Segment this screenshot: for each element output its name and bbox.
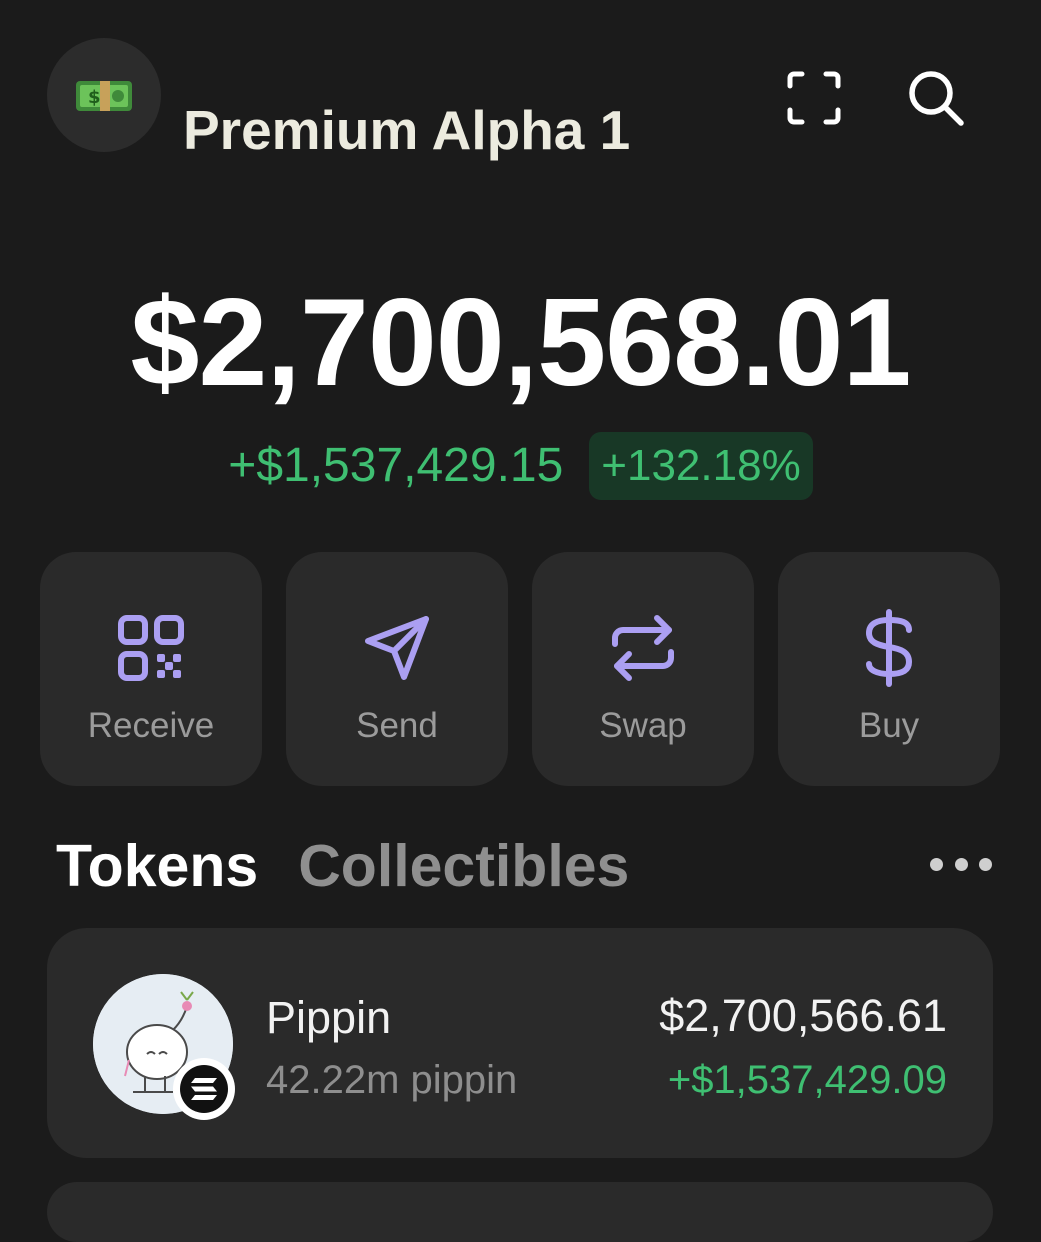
money-bill-emoji-icon: $ — [76, 81, 132, 111]
token-change: +$1,537,429.09 — [667, 1058, 947, 1102]
more-horizontal-icon — [930, 857, 943, 871]
send-button[interactable]: Send — [286, 552, 508, 786]
tab-tokens[interactable]: Tokens — [56, 826, 258, 906]
balance-change-percent-badge: +132.18% — [589, 432, 813, 500]
qr-code-icon — [111, 608, 191, 688]
token-amount: 42.22m pippin — [266, 1058, 518, 1102]
receive-button[interactable]: Receive — [40, 552, 262, 786]
balance-change-row: +$1,537,429.15 +132.18% — [0, 430, 1041, 502]
more-dot — [979, 857, 992, 871]
chain-badge — [173, 1058, 235, 1120]
more-button[interactable] — [930, 848, 992, 880]
solana-icon — [180, 1065, 228, 1113]
action-buttons: Receive Send Swap Buy — [40, 552, 1000, 786]
token-row[interactable] — [47, 1182, 993, 1242]
search-button[interactable] — [898, 60, 974, 136]
account-name[interactable]: Premium Alpha 1 — [183, 92, 630, 168]
tab-collectibles[interactable]: Collectibles — [298, 826, 629, 906]
token-value: $2,700,566.61 — [659, 990, 947, 1041]
total-balance: $2,700,568.01 — [130, 274, 912, 412]
scan-icon — [787, 71, 841, 125]
asset-tabs: Tokens Collectibles — [56, 826, 629, 906]
dollar-icon — [849, 608, 929, 688]
more-dot — [954, 857, 968, 871]
scan-button[interactable] — [776, 60, 852, 136]
swap-button[interactable]: Swap — [532, 552, 754, 786]
swap-label: Swap — [599, 706, 687, 745]
swap-icon — [603, 608, 683, 688]
svg-text:$: $ — [88, 87, 101, 108]
balance-change-amount: +$1,537,429.15 — [228, 439, 564, 492]
buy-label: Buy — [858, 706, 920, 745]
send-label: Send — [356, 706, 438, 745]
send-icon — [357, 608, 437, 688]
token-name: Pippin — [266, 992, 392, 1043]
buy-button[interactable]: Buy — [778, 552, 1000, 786]
receive-label: Receive — [87, 706, 215, 745]
account-avatar[interactable]: $ — [47, 38, 161, 152]
search-icon — [909, 71, 964, 126]
